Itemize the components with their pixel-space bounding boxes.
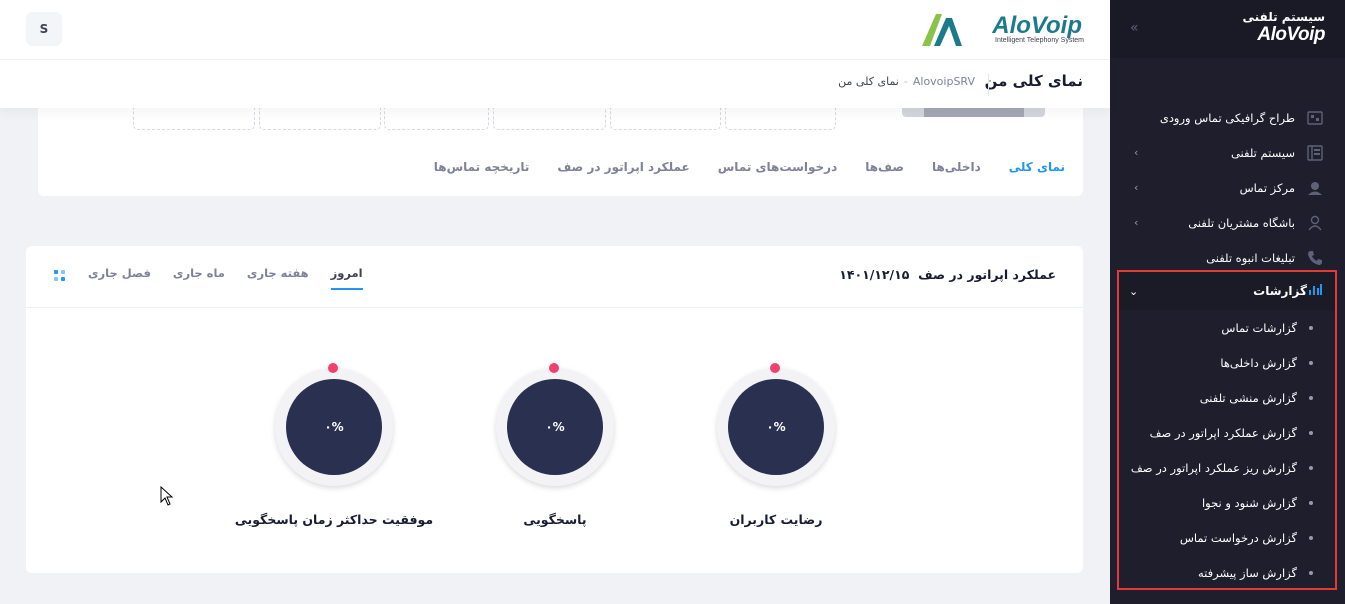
gauge-user-satisfaction: ۰% [717, 363, 835, 486]
sidebar-item-label: طراح گرافیکی تماس ورودی [1159, 110, 1295, 125]
tab-current-month[interactable]: ماه جاری [173, 266, 225, 290]
breadcrumb-server[interactable]: AlovoipSRV [913, 75, 975, 88]
bullet-icon [1309, 465, 1313, 470]
gauge-label: پاسخگویی [523, 512, 587, 527]
divider [988, 74, 989, 96]
sidebar-item-reports[interactable]: گزارشات ⌄ [1119, 272, 1335, 310]
sidebar-subitem-label: گزارش منشی تلفنی [1199, 390, 1297, 405]
gauge-knob [549, 363, 559, 373]
tab-current-week[interactable]: هفته جاری [247, 266, 309, 290]
sidebar-subitem-queue-operator-report[interactable]: گزارش عملکرد اپراتور در صف [1119, 415, 1335, 450]
agent-icon [1305, 178, 1325, 198]
sidebar-logo[interactable]: سیستم تلفنی AloVoip [1193, 10, 1326, 48]
sidebar-item-flow-designer[interactable]: طراح گرافیکی تماس ورودی [1110, 100, 1345, 135]
tab-extensions[interactable]: داخلی‌ها [932, 160, 981, 174]
tab-call-history[interactable]: تاریخچه تماس‌ها [434, 160, 530, 174]
page-title: نمای کلی من [984, 72, 1083, 90]
avatar[interactable]: S [26, 12, 62, 46]
sidebar-header: « سیستم تلفنی AloVoip [1110, 0, 1345, 58]
sidebar-subitem-label: گزارش درخواست تماس [1179, 530, 1297, 545]
customer-club-icon [1305, 213, 1325, 233]
gauge-max-answer-time-success: ۰% [275, 363, 393, 486]
sidebar-subitem-label: گزارشات تماس [1221, 320, 1297, 335]
tab-queue-operator-performance[interactable]: عملکرد اپراتور در صف [557, 160, 689, 174]
flow-designer-icon [1305, 108, 1325, 128]
gauge-knob [328, 363, 338, 373]
tab-queues[interactable]: صف‌ها [865, 160, 904, 174]
phone-system-icon [1305, 143, 1325, 163]
tab-call-requests[interactable]: درخواست‌های تماس [718, 160, 837, 174]
tab-overview[interactable]: نمای کلی [1009, 160, 1065, 174]
sidebar-subitem-advanced-report-builder[interactable]: گزارش ساز پیشرفته [1119, 555, 1335, 590]
sidebar-item-label: سیستم تلفنی [1230, 145, 1295, 160]
gauge-answering: ۰% [496, 363, 614, 486]
logo-brand: AloVoip [992, 12, 1082, 39]
mouse-cursor-icon [160, 486, 174, 506]
sidebar-subitem-label: گزارش ریز عملکرد اپراتور در صف [1130, 460, 1297, 475]
header-logo[interactable]: AloVoip Intelligent Telephony System [922, 10, 1084, 48]
card-title: عملکرد اپراتور در صف ۱۴۰۱/۱۲/۱۵ [839, 267, 1056, 282]
card-title-text: عملکرد اپراتور در صف [918, 267, 1056, 282]
breadcrumb: AlovoipSRV-نمای کلی من [838, 75, 975, 88]
bullet-icon [1309, 395, 1313, 400]
chevron-right-icon: › [1134, 146, 1139, 159]
sidebar-item-label: باشگاه مشتریان تلفنی [1188, 215, 1295, 230]
breadcrumb-separator: - [903, 75, 908, 88]
gauge-value: ۰% [728, 379, 824, 475]
sidebar-subitem-label: گزارش داخلی‌ها [1220, 355, 1297, 370]
logo-subtitle: Intelligent Telephony System [995, 37, 1084, 44]
bullet-icon [1309, 500, 1313, 505]
double-chevron-left-icon[interactable]: « [1130, 20, 1139, 36]
sidebar-item-customer-club[interactable]: باشگاه مشتریان تلفنی › [1110, 205, 1345, 240]
bullet-icon [1309, 360, 1313, 365]
bullet-icon [1309, 430, 1313, 435]
chevron-down-icon: ⌄ [1129, 284, 1139, 298]
gauge-knob [770, 363, 780, 373]
bullet-icon [1309, 535, 1313, 540]
subheader: نمای کلی من AlovoipSRV-نمای کلی من [0, 60, 1110, 108]
bullet-icon [1309, 325, 1313, 330]
sidebar-subitem-queue-operator-detail-report[interactable]: گزارش ریز عملکرد اپراتور در صف [1119, 450, 1335, 485]
grid-icon[interactable] [54, 270, 66, 282]
sidebar-subitem-extensions-report[interactable]: گزارش داخلی‌ها [1119, 345, 1335, 380]
gauge-label: رضایت کاربران [729, 512, 823, 527]
reports-highlight: گزارشات ⌄ گزارشات تماس گزارش داخلی‌ها گز… [1117, 270, 1337, 590]
card-header: عملکرد اپراتور در صف ۱۴۰۱/۱۲/۱۵ امروز هف… [26, 246, 1083, 308]
sidebar-logo-brand: AloVoip [1257, 24, 1325, 45]
period-tabs: امروز هفته جاری ماه جاری فصل جاری [88, 266, 363, 290]
sidebar-subitem-label: گزارش عملکرد اپراتور در صف [1149, 425, 1297, 440]
sidebar-subitem-voicemail-report[interactable]: گزارش منشی تلفنی [1119, 380, 1335, 415]
sidebar: « سیستم تلفنی AloVoip طراح گرافیکی تماس … [1110, 0, 1345, 604]
top-header: S AloVoip Intelligent Telephony System [0, 0, 1110, 60]
sidebar-item-contact-center[interactable]: مرکز تماس › [1110, 170, 1345, 205]
sidebar-logo-subtitle: سیستم تلفنی [1242, 10, 1325, 24]
sidebar-item-label: گزارشات [1253, 284, 1307, 298]
chevron-right-icon: › [1134, 181, 1139, 194]
sidebar-subitem-label: گزارش شنود و نجوا [1201, 495, 1297, 510]
sidebar-subitem-call-reports[interactable]: گزارشات تماس [1119, 310, 1335, 345]
phone-icon [1305, 248, 1325, 268]
tab-current-season[interactable]: فصل جاری [88, 266, 151, 290]
breadcrumb-current: نمای کلی من [838, 75, 899, 88]
queue-operator-performance-card: عملکرد اپراتور در صف ۱۴۰۱/۱۲/۱۵ امروز هف… [26, 246, 1083, 573]
logo-mark-icon [922, 14, 962, 46]
sidebar-subitem-listen-whisper-report[interactable]: گزارش شنود و نجوا [1119, 485, 1335, 520]
sidebar-subitem-label: گزارش ساز پیشرفته [1197, 565, 1297, 580]
card-date: ۱۴۰۱/۱۲/۱۵ [839, 267, 910, 282]
bar-chart-icon [1307, 281, 1323, 301]
overview-tabs: نمای کلی داخلی‌ها صف‌ها درخواست‌های تماس… [434, 160, 1065, 174]
tab-today[interactable]: امروز [330, 266, 363, 290]
chevron-right-icon: › [1134, 216, 1139, 229]
gauge-value: ۰% [507, 379, 603, 475]
bullet-icon [1309, 570, 1313, 575]
gauge-value: ۰% [286, 379, 382, 475]
sidebar-item-label: تبلیغات انبوه تلفنی [1206, 250, 1295, 265]
gauge-label: موفقیت حداکثر زمان پاسخگویی [234, 512, 434, 527]
sidebar-item-phone-system[interactable]: سیستم تلفنی › [1110, 135, 1345, 170]
sidebar-subitem-callback-report[interactable]: گزارش درخواست تماس [1119, 520, 1335, 555]
sidebar-item-label: مرکز تماس [1239, 180, 1295, 195]
